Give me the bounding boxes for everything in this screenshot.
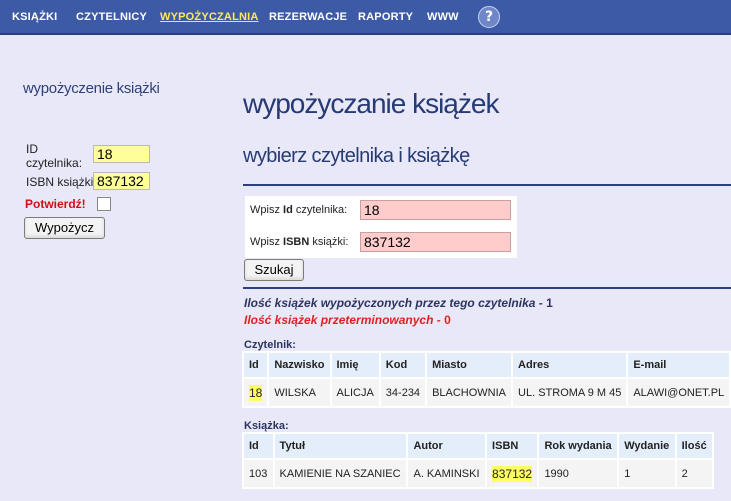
reader-id-label: Wpisz Id czytelnika:: [250, 204, 348, 216]
table-row: 18 WILSKA ALICJA 34-234 BLACHOWNIA UL. S…: [244, 379, 730, 406]
table-header-row: Id Tytuł Autor ISBN Rok wydania Wydanie …: [244, 434, 712, 458]
nav-item-rezerwacje[interactable]: REZERWACJE: [269, 11, 347, 23]
table-row: 103 KAMIENIE NA SZANIEC A. KAMINSKI 8371…: [244, 460, 712, 487]
nav-item-raporty[interactable]: RAPORTY: [358, 11, 413, 23]
col-header: Adres: [513, 353, 627, 377]
borrowed-count-line: Ilość książek wypożyczonych przez tego c…: [244, 296, 553, 310]
table-cell: KAMIENIE NA SZANIEC: [274, 460, 407, 487]
table-cell: WILSKA: [269, 379, 330, 406]
table-cell: UL. STROMA 9 M 45: [513, 379, 627, 406]
overdue-count-line: Ilość książek przeterminowanych - 0: [244, 313, 451, 327]
table-cell: 1990: [539, 460, 618, 487]
search-form: Wpisz Id czytelnika: 18 Wpisz ISBN książ…: [245, 196, 517, 258]
table-cell: 837132: [487, 460, 538, 487]
table-cell: BLACHOWNIA: [427, 379, 512, 406]
col-header: E-mail: [628, 353, 730, 377]
col-header: Autor: [408, 434, 486, 458]
col-header: Rok wydania: [539, 434, 618, 458]
nav-item-wypozyczalnia[interactable]: WYPOŻYCZALNIA: [160, 11, 259, 23]
sidebar-id-input[interactable]: 18: [93, 145, 150, 163]
col-header: Nazwisko: [269, 353, 330, 377]
help-icon[interactable]: ?: [478, 6, 500, 28]
table-cell: 1: [619, 460, 675, 487]
confirm-label: Potwierdź!: [25, 197, 86, 211]
table-header-row: Id Nazwisko Imię Kod Miasto Adres E-mail: [244, 353, 730, 377]
isbn-search-input[interactable]: 837132: [360, 232, 511, 252]
table-cell: 103: [244, 460, 273, 487]
nav-item-ksiazki[interactable]: KSIĄŻKI: [12, 11, 57, 23]
col-header: Id: [244, 353, 268, 377]
col-header: Wydanie: [619, 434, 675, 458]
nav-item-czytelnicy[interactable]: CZYTELNICY: [76, 11, 147, 23]
table-cell: 18: [244, 379, 268, 406]
book-table: Id Tytuł Autor ISBN Rok wydania Wydanie …: [242, 432, 714, 489]
col-header: Ilość: [676, 434, 712, 458]
isbn-label: ISBN książki:: [26, 175, 97, 189]
book-section-title: Książka:: [244, 420, 289, 432]
confirm-checkbox[interactable]: [97, 197, 111, 211]
table-cell: ALICJA: [331, 379, 379, 406]
top-nav: KSIĄŻKI CZYTELNICY WYPOŻYCZALNIA REZERWA…: [0, 0, 731, 35]
page-subtitle: wybierz czytelnika i książkę: [243, 145, 470, 167]
reader-id-input[interactable]: 18: [360, 200, 511, 220]
col-header: Tytuł: [274, 434, 407, 458]
reader-id-highlight: 18: [249, 384, 263, 401]
table-cell: ALAWI@ONET.PL: [628, 379, 730, 406]
sidebar-isbn-input[interactable]: 837132: [93, 172, 150, 190]
table-cell: A. KAMINSKI: [408, 460, 486, 487]
isbn-search-label: Wpisz ISBN książki:: [250, 236, 349, 248]
reader-section-title: Czytelnik:: [244, 339, 296, 351]
borrow-button[interactable]: Wypożycz: [24, 217, 105, 239]
col-header: Id: [244, 434, 273, 458]
divider: [243, 287, 731, 289]
page-title: wypożyczanie książek: [243, 88, 499, 119]
nav-item-www[interactable]: WWW: [427, 11, 459, 23]
divider: [243, 184, 731, 186]
id-label: ID czytelnika:: [26, 142, 83, 170]
search-button[interactable]: Szukaj: [244, 259, 304, 281]
table-cell: 34-234: [380, 379, 426, 406]
reader-table: Id Nazwisko Imię Kod Miasto Adres E-mail…: [242, 351, 731, 408]
table-cell: 2: [676, 460, 712, 487]
col-header: Miasto: [427, 353, 512, 377]
col-header: ISBN: [487, 434, 538, 458]
isbn-highlight: 837132: [492, 465, 533, 482]
col-header: Kod: [380, 353, 426, 377]
col-header: Imię: [331, 353, 379, 377]
sidebar-title: wypożyczenie książki: [23, 80, 160, 97]
